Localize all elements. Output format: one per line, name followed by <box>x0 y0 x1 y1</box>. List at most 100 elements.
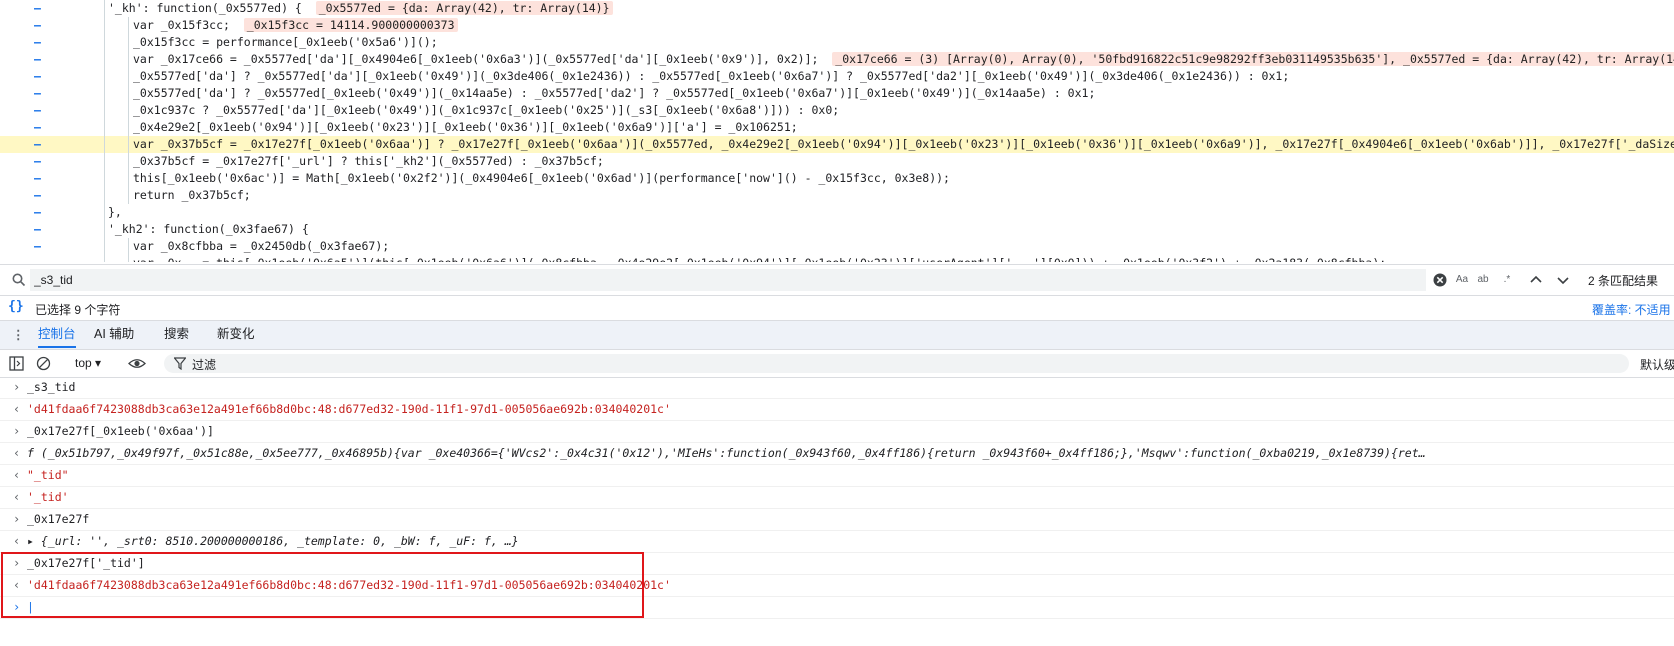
source-search-bar: Aa ab .* 2 条匹配结果 <box>0 264 1674 295</box>
prompt-chevron-icon: › <box>13 600 21 614</box>
whole-word-icon[interactable]: ab <box>1475 272 1491 288</box>
indent-guide <box>104 17 105 34</box>
breakpoint-gutter-marker[interactable]: – <box>34 187 41 204</box>
regex-icon[interactable]: .* <box>1496 272 1518 288</box>
code-line[interactable]: – var _0x8cfbba = _0x2450db(_0x3fae67); <box>0 238 1674 255</box>
match-case-icon[interactable]: Aa <box>1454 272 1470 288</box>
console-input-row[interactable]: › _0x17e27f <box>0 509 1674 531</box>
code-line[interactable]: – _0x1c937c ? _0x5577ed['da'][_0x1eeb('0x… <box>0 102 1674 119</box>
indent-guide <box>128 238 129 255</box>
code-text: var _0x37b5cf = _0x17e27f[_0x1eeb('0x6aa… <box>133 137 1674 151</box>
coverage-link[interactable]: 覆盖率: 不适用 <box>1592 301 1671 318</box>
code-line[interactable]: – var _0x15f3cc; _0x15f3cc = 14114.900000… <box>0 17 1674 34</box>
breakpoint-gutter-marker[interactable]: – <box>34 119 41 136</box>
inline-variable-value: _0x17ce66 = (3) [Array(0), Array(0), '50… <box>832 52 1674 66</box>
breakpoint-gutter-marker[interactable]: – <box>34 0 41 17</box>
indent-guide <box>128 170 129 187</box>
indent-guide <box>104 255 105 262</box>
console-result-row[interactable]: ‹ f (_0x51b797,_0x49f97f,_0x51c88e,_0x5ee… <box>0 443 1674 465</box>
context-selector[interactable]: top ▾ <box>75 356 101 370</box>
result-chevron-icon: ‹ <box>13 402 21 416</box>
code-line[interactable]: – var _0x17ce66 = _0x5577ed['da'][_0x4904… <box>0 51 1674 68</box>
breakpoint-gutter-marker[interactable]: – <box>34 170 41 187</box>
code-line[interactable]: – return _0x37b5cf; <box>0 187 1674 204</box>
context-label: top <box>75 356 92 370</box>
indent-guide <box>104 204 105 221</box>
console-result-row[interactable]: ‹ '_tid' <box>0 487 1674 509</box>
tab-ai-assistance[interactable]: AI 辅助 <box>94 321 134 348</box>
code-line[interactable]: – '_kh': function(_0x5577ed) { _0x5577ed … <box>0 0 1674 17</box>
indent-guide <box>128 136 129 153</box>
console-input-row[interactable]: › _0x17e27f['_tid'] <box>0 553 1674 575</box>
more-vert-icon[interactable]: ⋮ <box>12 327 25 342</box>
breakpoint-gutter-marker[interactable]: – <box>34 204 41 221</box>
tab-console[interactable]: 控制台 <box>38 321 76 348</box>
code-text: _0x5577ed['da'] ? _0x5577ed['da'][_0x1ee… <box>133 69 1290 83</box>
code-text: _0x4e29e2[_0x1eeb('0x94')][_0x1eeb('0x23… <box>133 120 798 134</box>
console-result-row[interactable]: ‹ "_tid" <box>0 465 1674 487</box>
log-levels-dropdown[interactable]: 默认级 <box>1640 356 1674 373</box>
indent-guide <box>128 34 129 51</box>
search-icon <box>12 273 26 287</box>
tab-search[interactable]: 搜索 <box>164 321 189 348</box>
console-output: › _s3_tid ‹ 'd41fdaa6f7423088db3ca63e12a491… <box>0 377 1674 646</box>
code-line[interactable]: – _0x5577ed['da'] ? _0x5577ed['da'][_0x1e… <box>0 68 1674 85</box>
console-text: _0x17e27f['_tid'] <box>27 556 145 570</box>
breakpoint-gutter-marker[interactable]: – <box>34 136 41 153</box>
console-text: 'd41fdaa6f7423088db3ca63e12a491ef66b8d0b… <box>27 578 671 592</box>
breakpoint-gutter-marker[interactable]: – <box>34 102 41 119</box>
eye-icon[interactable] <box>128 356 146 371</box>
code-line[interactable]: – _0x37b5cf = _0x17e27f['_url'] ? this['_… <box>0 153 1674 170</box>
inline-variable-value: _0x15f3cc = 14114.900000000373 <box>243 18 458 32</box>
sidebar-icon[interactable] <box>9 356 24 371</box>
filter-input[interactable]: 过滤 <box>164 354 1629 373</box>
console-input-row[interactable]: › _s3_tid <box>0 377 1674 399</box>
breakpoint-gutter-marker[interactable]: – <box>34 255 41 262</box>
console-text: _0x17e27f <box>27 512 90 526</box>
code-line[interactable]: – '_kh2': function(_0x3fae67) { <box>0 221 1674 238</box>
breakpoint-gutter-marker[interactable]: – <box>34 68 41 85</box>
breakpoint-gutter-marker[interactable]: – <box>34 85 41 102</box>
console-result-row[interactable]: ‹ 'd41fdaa6f7423088db3ca63e12a491ef66b8d0… <box>0 575 1674 597</box>
console-text: 'd41fdaa6f7423088db3ca63e12a491ef66b8d0b… <box>27 402 671 416</box>
search-input[interactable] <box>30 269 1426 291</box>
chevron-down-icon[interactable] <box>1555 272 1571 288</box>
source-editor[interactable]: – '_kh': function(_0x5577ed) { _0x5577ed … <box>0 0 1674 262</box>
breakpoint-gutter-marker[interactable]: – <box>34 153 41 170</box>
console-text: '_tid' <box>27 490 69 504</box>
console-prompt[interactable]: › | <box>0 597 1674 619</box>
clear-icon[interactable] <box>1432 272 1448 288</box>
indent-guide <box>104 238 105 255</box>
breakpoint-gutter-marker[interactable]: – <box>34 17 41 34</box>
indent-guide <box>104 68 105 85</box>
breakpoint-gutter-marker[interactable]: – <box>34 221 41 238</box>
code-line[interactable]: – _0x15f3cc = performance[_0x1eeb('0x5a6'… <box>0 34 1674 51</box>
console-result-row[interactable]: ‹ 'd41fdaa6f7423088db3ca63e12a491ef66b8d0… <box>0 399 1674 421</box>
console-input-row[interactable]: › _0x17e27f[_0x1eeb('0x6aa')] <box>0 421 1674 443</box>
breakpoint-gutter-marker[interactable]: – <box>34 51 41 68</box>
clear-console-icon[interactable] <box>36 356 51 371</box>
breakpoint-gutter-marker[interactable]: – <box>34 238 41 255</box>
indent-guide <box>128 187 129 204</box>
tab-whats-new[interactable]: 新变化 <box>217 321 255 348</box>
indent-guide <box>128 17 129 34</box>
code-line[interactable]: – _0x5577ed['da'] ? _0x5577ed[_0x1eeb('0x… <box>0 85 1674 102</box>
indent-guide <box>104 85 105 102</box>
code-line[interactable]: – var _0x...= this[_0x1eeb('0x6a5')](this… <box>0 255 1674 262</box>
breakpoint-gutter-marker[interactable]: – <box>34 34 41 51</box>
console-result-row[interactable]: ‹ ▸ {_url: '', _srt0: 8510.200000000186, … <box>0 531 1674 553</box>
code-text: _0x1c937c ? _0x5577ed['da'][_0x1eeb('0x4… <box>133 103 840 117</box>
match-count: 2 条匹配结果 <box>1588 274 1659 288</box>
indent-guide <box>128 51 129 68</box>
code-line[interactable]: –}, <box>0 204 1674 221</box>
code-line[interactable]: – this[_0x1eeb('0x6ac')] = Math[_0x1eeb('… <box>0 170 1674 187</box>
chevron-up-icon[interactable] <box>1528 272 1544 288</box>
result-chevron-icon: ‹ <box>13 446 21 460</box>
console-text: f (_0x51b797,_0x49f97f,_0x51c88e,_0x5ee7… <box>27 446 1426 460</box>
code-line[interactable]: – var _0x37b5cf = _0x17e27f[_0x1eeb('0x6a… <box>0 136 1674 153</box>
prompt-chevron-icon: › <box>13 512 21 526</box>
code-text: _0x37b5cf = _0x17e27f['_url'] ? this['_k… <box>133 154 604 168</box>
indent-guide <box>128 102 129 119</box>
braces-icon[interactable]: {} <box>8 299 24 314</box>
code-line[interactable]: – _0x4e29e2[_0x1eeb('0x94')][_0x1eeb('0x2… <box>0 119 1674 136</box>
